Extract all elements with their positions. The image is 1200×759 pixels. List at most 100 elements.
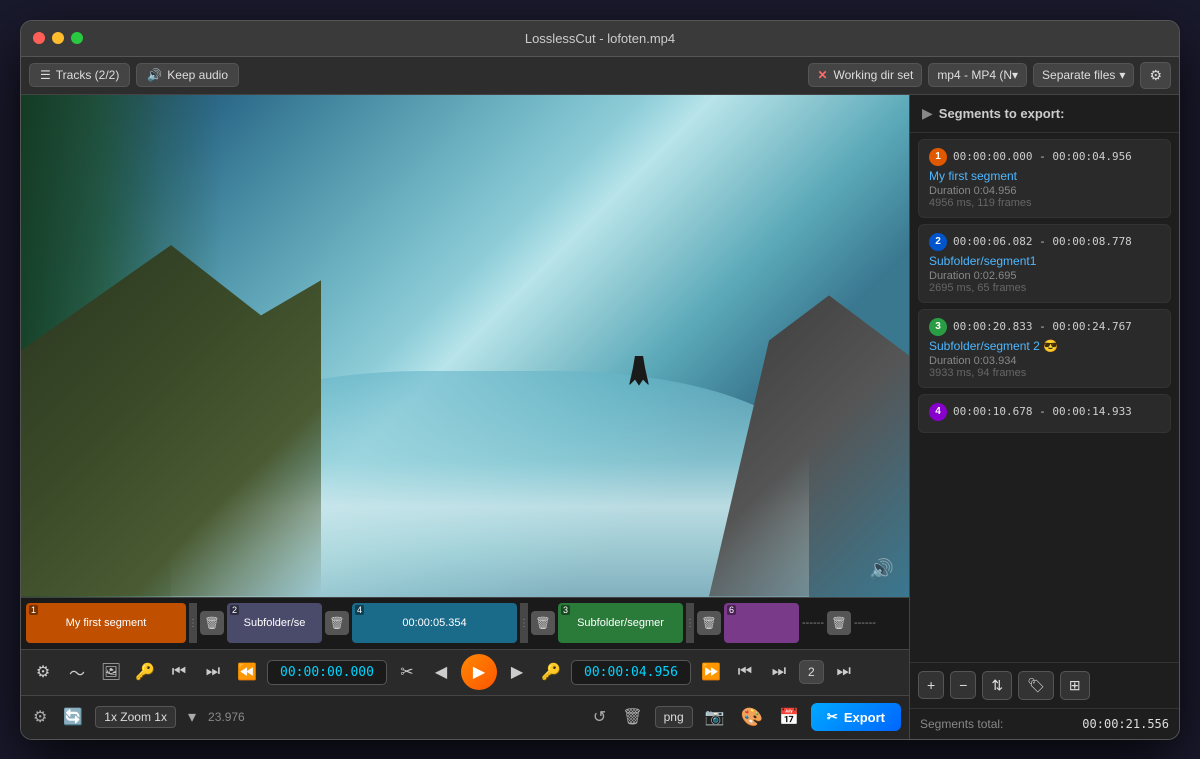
segment-name-1: My first segment <box>929 169 1160 183</box>
segment-delete-1[interactable]: 🗑 <box>200 611 224 635</box>
bottom-bar: ⚙ 🔄 1x Zoom 1x ▾ 23.976 ↺ 🗑 png 📷 🎨 📅 ✂ … <box>21 695 909 739</box>
settings-bottom-button[interactable]: ⚙ <box>29 703 51 731</box>
segment-handle-1[interactable]: ⋮ <box>189 603 197 643</box>
next-button[interactable]: ▶ <box>503 658 531 686</box>
add-segment-button[interactable]: + <box>918 671 944 699</box>
waveform-button[interactable]: 〜 <box>63 658 91 686</box>
key2-button[interactable]: 🔑 <box>537 658 565 686</box>
video-figure <box>629 356 649 386</box>
camera-button[interactable]: 📷 <box>701 703 729 731</box>
settings-ctrl-button[interactable]: ⚙ <box>29 658 57 686</box>
timeline-segment-2[interactable]: 2 Subfolder/se <box>227 603 322 643</box>
volume-icon[interactable]: 🔊 <box>869 557 894 582</box>
snapshot-button[interactable]: 🖼 <box>97 658 125 686</box>
segment-time-1: 00:00:00.000 - 00:00:04.956 <box>953 150 1132 163</box>
current-time-display[interactable]: 00:00:00.000 <box>267 660 387 685</box>
prev-button[interactable]: ◀ <box>427 658 455 686</box>
settings-button[interactable]: ⚙ <box>1140 62 1171 89</box>
sidebar-title: Segments to export: <box>939 106 1065 121</box>
timeline-segment-6[interactable]: 6 <box>724 603 799 643</box>
sidebar-total: Segments total: 00:00:21.556 <box>910 708 1179 739</box>
scissors-icon: ✂ <box>827 709 838 725</box>
calendar-button[interactable]: 📅 <box>775 703 803 731</box>
play-button[interactable]: ▶ <box>461 654 497 690</box>
total-label: Segments total: <box>920 717 1003 731</box>
close-button[interactable] <box>33 32 45 44</box>
segment-duration-2: Duration 0:02.695 <box>929 270 1160 282</box>
segment-card-2[interactable]: 2 00:00:06.082 - 00:00:08.778 Subfolder/… <box>918 224 1171 303</box>
skip-next-button[interactable]: ⏭ <box>830 658 858 686</box>
window-title: LosslessCut - lofoten.mp4 <box>525 31 675 46</box>
segment-name-2: Subfolder/segment1 <box>929 254 1160 268</box>
delete-segment-button[interactable]: 🗑 <box>618 703 646 731</box>
audio-button[interactable]: 🔊 Keep audio <box>136 63 239 87</box>
remove-segment-button[interactable]: − <box>950 671 976 699</box>
segment-delete-active[interactable]: 🗑 <box>531 611 555 635</box>
segment-time-3: 00:00:20.833 - 00:00:24.767 <box>953 320 1132 333</box>
cut-start-button[interactable]: ✂ <box>393 658 421 686</box>
segment-handle-active[interactable]: ⋮ <box>520 603 528 643</box>
timeline-segment-1[interactable]: 1 My first segment <box>26 603 186 643</box>
key-button[interactable]: 🔑 <box>131 658 159 686</box>
sidebar: ▶ Segments to export: 1 00:00:00.000 - 0… <box>909 95 1179 739</box>
set-end-button[interactable]: ⏩ <box>697 658 725 686</box>
format-button[interactable]: mp4 - MP4 (N▾ <box>928 63 1027 87</box>
segment-delete-2[interactable]: 🗑 <box>325 611 349 635</box>
tag-button[interactable]: 🏷 <box>1018 671 1054 700</box>
timeline-segment-active[interactable]: 4 00:00:05.354 <box>352 603 517 643</box>
segment-duration-1: Duration 0:04.956 <box>929 185 1160 197</box>
zoom-dropdown[interactable]: ▾ <box>184 703 200 731</box>
seg-number-1: 1 <box>29 605 38 615</box>
segment-delete-3[interactable]: 🗑 <box>697 611 721 635</box>
seg-number-4: 4 <box>355 605 364 615</box>
color-button[interactable]: 🎨 <box>737 703 767 732</box>
total-value: 00:00:21.556 <box>1082 717 1169 731</box>
segment-card-4[interactable]: 4 00:00:10.678 - 00:00:14.933 <box>918 394 1171 433</box>
loop-button[interactable]: 🔄 <box>59 703 87 731</box>
tracks-button[interactable]: ☰ Tracks (2/2) <box>29 63 130 87</box>
segment-time-2: 00:00:06.082 - 00:00:08.778 <box>953 235 1132 248</box>
segment-time-4: 00:00:10.678 - 00:00:14.933 <box>953 405 1132 418</box>
segment-card-header-3: 3 00:00:20.833 - 00:00:24.767 <box>929 318 1160 336</box>
minimize-button[interactable] <box>52 32 64 44</box>
seg-number-2: 2 <box>230 605 239 615</box>
skip-start-button[interactable]: ⏮ <box>165 658 193 686</box>
export-button[interactable]: ✂ Export <box>811 703 901 731</box>
segment-num-badge-3: 3 <box>929 318 947 336</box>
segment-name-3: Subfolder/segment 2 😎 <box>929 339 1160 353</box>
gear-icon: ⚙ <box>1149 67 1162 83</box>
working-dir-button[interactable]: ✕ Working dir set <box>808 63 922 87</box>
segment-num-badge-1: 1 <box>929 148 947 166</box>
segment-card-1[interactable]: 1 00:00:00.000 - 00:00:04.956 My first s… <box>918 139 1171 218</box>
segment-delete-6[interactable]: 🗑 <box>827 611 851 635</box>
segment-handle-3[interactable]: ⋮ <box>686 603 694 643</box>
segments-list: 1 00:00:00.000 - 00:00:04.956 My first s… <box>910 133 1179 662</box>
sidebar-actions: + − ⇅ 🏷 ⊞ <box>910 662 1179 708</box>
reset-button[interactable]: ↺ <box>589 703 610 731</box>
set-start-button[interactable]: ⏪ <box>233 658 261 686</box>
segment-details-3: 3933 ms, 94 frames <box>929 367 1160 379</box>
export-mode-button[interactable]: Separate files ▾ <box>1033 63 1134 87</box>
reorder-button[interactable]: ⇅ <box>982 671 1012 700</box>
split-button[interactable]: ⊞ <box>1060 671 1090 700</box>
end-time-display[interactable]: 00:00:04.956 <box>571 660 691 685</box>
seg-number-6: 6 <box>727 605 736 615</box>
close-icon: ✕ <box>817 68 827 82</box>
format-png-button[interactable]: png <box>655 706 693 728</box>
toolbar: ☰ Tracks (2/2) 🔊 Keep audio ✕ Working di… <box>21 57 1179 95</box>
menu-icon: ☰ <box>40 68 51 82</box>
main-content: 🔊 1 My first segment ⋮ 🗑 2 Subfolder/se … <box>21 95 1179 739</box>
maximize-button[interactable] <box>71 32 83 44</box>
skip-end-prev-button[interactable]: ⏮ <box>731 658 759 686</box>
segment-card-header-4: 4 00:00:10.678 - 00:00:14.933 <box>929 403 1160 421</box>
segment-num-badge-4: 4 <box>929 403 947 421</box>
segment-num-badge-2: 2 <box>929 233 947 251</box>
skip-end-button[interactable]: ⏭ <box>765 658 793 686</box>
fps-display: 23.976 <box>208 710 245 724</box>
timeline-segment-3[interactable]: 3 Subfolder/segmer <box>558 603 683 643</box>
segment-details-1: 4956 ms, 119 frames <box>929 197 1160 209</box>
speed-display[interactable]: 2 <box>799 660 824 684</box>
prev-frame-button[interactable]: ⏭ <box>199 658 227 686</box>
sidebar-header: ▶ Segments to export: <box>910 95 1179 133</box>
segment-card-3[interactable]: 3 00:00:20.833 - 00:00:24.767 Subfolder/… <box>918 309 1171 388</box>
